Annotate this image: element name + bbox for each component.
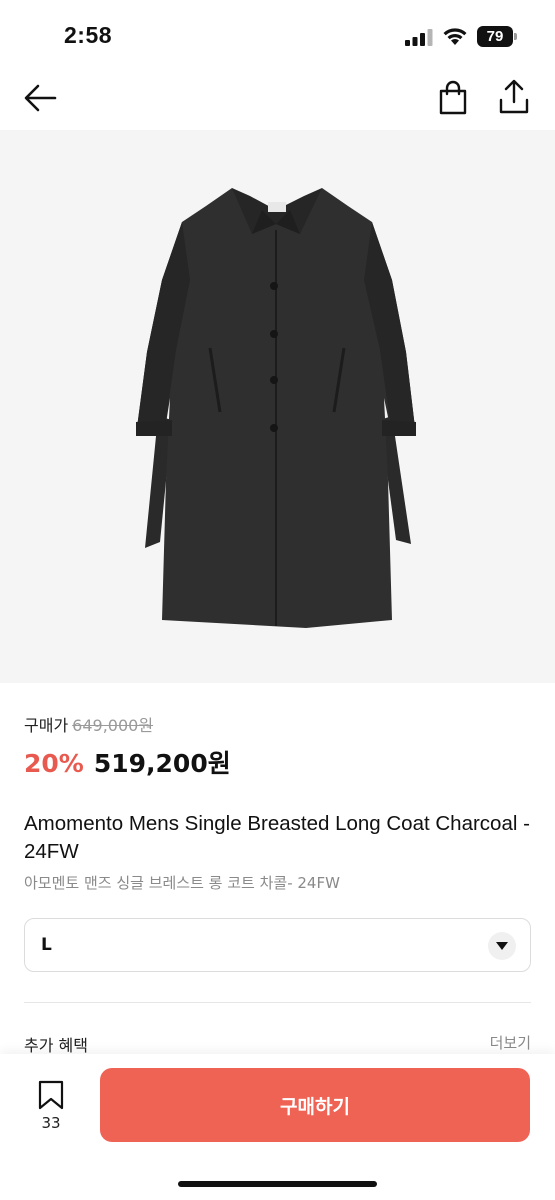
benefit-row: 추가 혜택 더보기 [24, 1032, 531, 1056]
product-title-en: Amomento Mens Single Breasted Long Coat … [24, 812, 530, 863]
product-image[interactable] [0, 130, 555, 683]
size-select[interactable]: L [24, 918, 531, 972]
buy-button[interactable]: 구매하기 [100, 1068, 530, 1142]
triangle-down-icon [496, 942, 508, 950]
battery-level: 79 [477, 26, 513, 47]
bottom-bar: 33 구매하기 [0, 1054, 555, 1200]
wifi-icon [443, 28, 467, 45]
battery-tip [514, 33, 517, 40]
original-price: 649,000원 [72, 716, 154, 735]
bookmark-button[interactable]: 33 [28, 1076, 74, 1136]
bookmark-count: 33 [41, 1114, 61, 1132]
shopping-bag-icon[interactable] [437, 80, 469, 116]
discount-rate: 20% [24, 749, 84, 778]
price-label: 구매가 [24, 716, 69, 735]
bookmark-icon [38, 1080, 64, 1110]
nav-bar [0, 70, 555, 130]
coat-image [136, 188, 416, 628]
cellular-signal-icon [405, 29, 433, 46]
status-bar: 2:58 79 [0, 0, 555, 70]
dropdown-button[interactable] [488, 932, 516, 960]
benefit-more-link[interactable]: 더보기 [490, 1032, 531, 1053]
benefit-title: 추가 혜택 [24, 1036, 88, 1055]
product-title-ko: 아모멘토 맨즈 싱글 브레스트 롱 코트 차콜- 24FW [24, 874, 340, 892]
selected-size: L [41, 935, 52, 955]
price-label-row: 구매가 649,000원 [24, 712, 534, 736]
sale-price: 519,200원 [93, 749, 231, 778]
battery-icon: 79 [477, 26, 517, 47]
share-icon[interactable] [498, 78, 530, 116]
price-section: 구매가 649,000원 20% 519,200원 [24, 712, 534, 780]
status-time: 2:58 [64, 22, 113, 48]
title-section: Amomento Mens Single Breasted Long Coat … [24, 810, 534, 893]
divider [24, 1002, 531, 1003]
back-arrow-icon[interactable] [22, 82, 58, 114]
price-row: 20% 519,200원 [24, 744, 534, 780]
home-indicator [178, 1181, 377, 1187]
